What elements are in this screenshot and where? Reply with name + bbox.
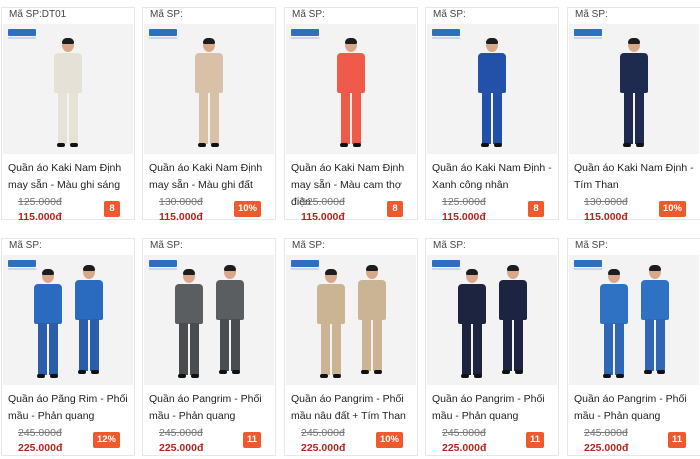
product-card[interactable]: Mã SP: Quần áo Pangrim - Phối mầu - Phản… [142, 238, 276, 456]
product-name[interactable]: Quần áo Pangrim - Phối mầu nâu đất + Tím… [291, 391, 419, 425]
model-figure [356, 265, 388, 377]
model-figure [456, 269, 488, 381]
sale-price: 115.000đ [584, 211, 628, 223]
sale-price: 225.000đ [159, 442, 204, 454]
product-sku: Mã SP: [292, 9, 325, 20]
product-sku: Mã SP: [150, 240, 183, 251]
brand-logo [149, 260, 177, 270]
product-sku: Mã SP: [433, 240, 466, 251]
product-card[interactable]: Mã SP: Quần áo Kaki Nam Định - Tím Than … [567, 7, 700, 223]
brand-logo [8, 29, 36, 39]
discount-badge: 8 [528, 201, 544, 217]
brand-logo [574, 29, 602, 39]
brand-logo [8, 260, 36, 270]
brand-logo [574, 260, 602, 270]
original-price: 245.000đ [301, 427, 345, 439]
model-figure [214, 265, 246, 377]
product-name[interactable]: Quần áo Pangrim - Phối mầu - Phản quang [432, 391, 560, 425]
discount-badge: 10% [375, 432, 403, 448]
model-figure [32, 269, 64, 381]
sale-price: 225.000đ [18, 442, 63, 454]
product-name[interactable]: Quần áo Kaki Nam Định may sẵn - Màu ghi … [8, 160, 136, 194]
product-card[interactable]: Mã SP: Quần áo Kaki Nam Định - Xanh công… [425, 7, 560, 223]
product-name[interactable]: Quần áo Pãng Rim - Phối mầu - Phản quang [8, 391, 136, 425]
discount-badge: 10% [658, 201, 686, 217]
product-sku: Mã SP:DT01 [9, 9, 67, 20]
product-card[interactable]: Mã SP: Quần áo Pangrim - Phối mầu - Phản… [567, 238, 700, 456]
product-name[interactable]: Quần áo Pangrim - Phối mầu - Phản quang [149, 391, 277, 425]
discount-badge: 12% [92, 432, 120, 448]
original-price: 245.000đ [18, 427, 62, 439]
product-name[interactable]: Quần áo Kaki Nam Định - Tím Than [574, 160, 700, 194]
product-image[interactable] [427, 255, 557, 385]
brand-logo [432, 260, 460, 270]
original-price: 245.000đ [442, 427, 486, 439]
model-figure [618, 38, 650, 150]
model-figure [639, 265, 671, 377]
sale-price: 115.000đ [18, 211, 62, 223]
sale-price: 115.000đ [159, 211, 203, 223]
model-figure [52, 38, 84, 150]
product-sku: Mã SP: [575, 9, 608, 20]
original-price: 245.000đ [159, 427, 203, 439]
sale-price: 115.000đ [301, 211, 345, 223]
discount-badge: 11 [525, 432, 544, 448]
sale-price: 225.000đ [584, 442, 629, 454]
product-image[interactable] [569, 255, 699, 385]
model-figure [193, 38, 225, 150]
discount-badge: 8 [104, 201, 120, 217]
product-sku: Mã SP: [150, 9, 183, 20]
model-figure [335, 38, 367, 150]
sale-price: 115.000đ [442, 211, 486, 223]
model-figure [73, 265, 105, 377]
product-image[interactable] [144, 24, 274, 154]
original-price: 130.000đ [159, 196, 203, 208]
product-sku: Mã SP: [292, 240, 325, 251]
product-name[interactable]: Quần áo Kaki Nam Định may sẵn - Màu ghi … [149, 160, 277, 194]
product-image[interactable] [3, 255, 133, 385]
original-price: 130.000đ [584, 196, 628, 208]
sale-price: 225.000đ [442, 442, 487, 454]
brand-logo [291, 29, 319, 39]
product-image[interactable] [569, 24, 699, 154]
model-figure [173, 269, 205, 381]
original-price: 245.000đ [584, 427, 628, 439]
product-image[interactable] [286, 24, 416, 154]
discount-badge: 8 [387, 201, 403, 217]
product-image[interactable] [144, 255, 274, 385]
model-figure [315, 269, 347, 381]
discount-badge: 10% [233, 201, 261, 217]
product-sku: Mã SP: [433, 9, 466, 20]
product-image[interactable] [427, 24, 557, 154]
original-price: 125.000đ [301, 196, 345, 208]
original-price: 125.000đ [18, 196, 62, 208]
product-card[interactable]: Mã SP: Quần áo Pãng Rim - Phối mầu - Phả… [1, 238, 135, 456]
brand-logo [291, 260, 319, 270]
brand-logo [149, 29, 177, 39]
product-image[interactable] [286, 255, 416, 385]
product-card[interactable]: Mã SP: Quần áo Pangrim - Phối mầu - Phản… [425, 238, 559, 456]
product-name[interactable]: Quần áo Pangrim - Phối mầu - Phản quang [574, 391, 700, 425]
product-name[interactable]: Quần áo Kaki Nam Định - Xanh công nhân [432, 160, 560, 194]
product-image[interactable] [3, 24, 133, 154]
model-figure [598, 269, 630, 381]
discount-badge: 11 [242, 432, 261, 448]
product-card[interactable]: Mã SP: Quần áo Pangrim - Phối mầu nâu đấ… [284, 238, 418, 456]
product-card[interactable]: Mã SP:DT01 Quần áo Kaki Nam Định may sẵn… [1, 7, 136, 223]
product-card[interactable]: Mã SP: Quần áo Kaki Nam Định may sẵn - M… [284, 7, 418, 223]
product-card[interactable]: Mã SP: Quần áo Kaki Nam Định may sẵn - M… [142, 7, 277, 223]
original-price: 125.000đ [442, 196, 486, 208]
discount-badge: 11 [667, 432, 686, 448]
brand-logo [432, 29, 460, 39]
sale-price: 225.000đ [301, 442, 346, 454]
product-sku: Mã SP: [575, 240, 608, 251]
model-figure [497, 265, 529, 377]
model-figure [476, 38, 508, 150]
product-sku: Mã SP: [9, 240, 42, 251]
